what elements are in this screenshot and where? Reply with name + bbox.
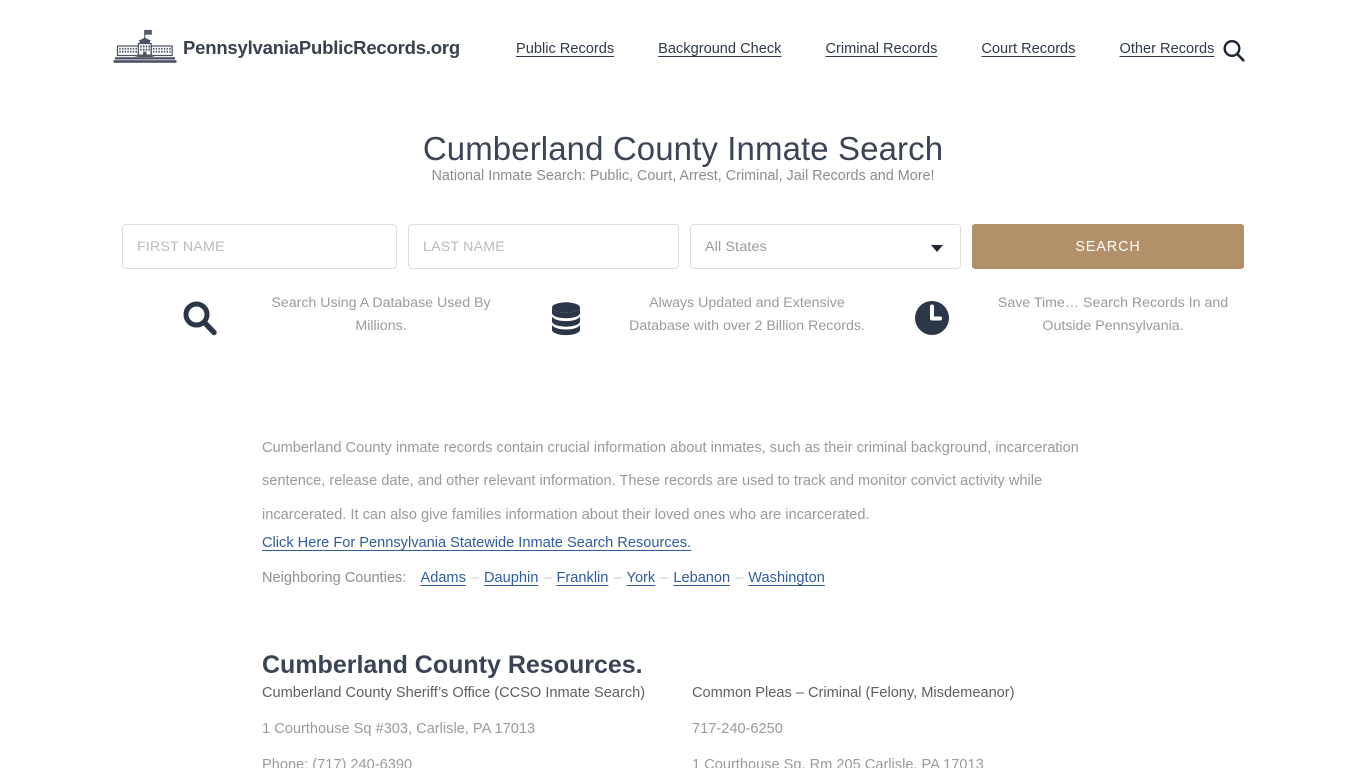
feature-item: Save Time… Search Records In and Outside… (872, 292, 1238, 340)
county-separator: – (735, 570, 744, 586)
statewide-resources-link[interactable]: Click Here For Pennsylvania Statewide In… (262, 535, 691, 551)
resource-address: 1 Courthouse Sq, Rm 205 Carlisle, PA 170… (692, 757, 984, 768)
database-icon (506, 292, 626, 340)
resource-column-common-pleas: Common Pleas – Criminal (Felony, Misdeme… (692, 685, 1122, 768)
nav-item-public-records[interactable]: Public Records (516, 41, 614, 57)
nav-item-court-records[interactable]: Court Records (981, 41, 1075, 57)
feature-list: Search Using A Database Used By Millions… (140, 292, 1240, 340)
county-link-washington[interactable]: Washington (748, 570, 825, 586)
feature-text: Search Using A Database Used By Millions… (271, 295, 491, 334)
resource-address: 1 Courthouse Sq #303, Carlisle, PA 17013 (262, 721, 536, 737)
feature-text: Always Updated and Extensive Database wi… (629, 295, 865, 334)
resources-heading: Cumberland County Resources. (262, 650, 643, 679)
county-separator: – (660, 570, 669, 586)
first-name-placeholder: FIRST NAME (137, 238, 225, 255)
resource-phone: Phone: (717) 240-6390 (262, 757, 413, 768)
county-separator: – (470, 570, 480, 586)
county-link-lebanon[interactable]: Lebanon (673, 570, 730, 586)
neighboring-counties-label: Neighboring Counties: (262, 570, 407, 586)
county-separator: – (543, 570, 552, 586)
last-name-placeholder: LAST NAME (423, 238, 505, 255)
county-link-dauphin[interactable]: Dauphin (484, 570, 538, 586)
main-nav: Public Records Background Check Criminal… (516, 41, 1214, 57)
first-name-input[interactable]: FIRST NAME (122, 224, 397, 269)
clock-icon (872, 292, 992, 340)
page-subtitle: National Inmate Search: Public, Court, A… (431, 168, 935, 184)
neighboring-counties: Neighboring Counties: Adams – Dauphin – … (262, 570, 825, 586)
magnifier-icon (140, 292, 260, 340)
county-link-franklin[interactable]: Franklin (557, 570, 609, 586)
logo-text: PennsylvaniaPublicRecords.org (183, 37, 460, 58)
intro-paragraph: Cumberland County inmate records contain… (262, 439, 1079, 523)
state-select[interactable]: All States (690, 224, 961, 269)
nav-item-other-records[interactable]: Other Records (1119, 41, 1214, 57)
county-separator: – (613, 570, 622, 586)
site-logo[interactable]: PennsylvaniaPublicRecords.org (112, 28, 460, 68)
page-title: Cumberland County Inmate Search (422, 130, 944, 168)
inmate-search-form: FIRST NAME LAST NAME All States SEARCH (122, 224, 1244, 269)
resource-column-sheriff: Cumberland County Sheriff’s Office (CCSO… (262, 685, 692, 768)
nav-item-background-check[interactable]: Background Check (658, 41, 781, 57)
search-button[interactable]: SEARCH (972, 224, 1244, 269)
state-select-value: All States (705, 238, 767, 255)
resources-columns: Cumberland County Sheriff’s Office (CCSO… (262, 685, 1142, 768)
county-link-adams[interactable]: Adams (420, 570, 465, 586)
feature-item: Always Updated and Extensive Database wi… (506, 292, 872, 340)
capitol-building-icon (112, 28, 180, 68)
last-name-input[interactable]: LAST NAME (408, 224, 679, 269)
site-header: PennsylvaniaPublicRecords.org Public Rec… (0, 0, 1366, 94)
resource-phone: 717-240-6250 (692, 721, 783, 737)
feature-text: Save Time… Search Records In and Outside… (997, 295, 1229, 334)
search-icon[interactable] (1221, 38, 1247, 64)
page-root: PennsylvaniaPublicRecords.org Public Rec… (0, 0, 1366, 768)
chevron-down-icon (931, 244, 943, 252)
county-link-york[interactable]: York (627, 570, 656, 586)
resource-title: Common Pleas – Criminal (Felony, Misdeme… (692, 685, 1015, 701)
nav-item-criminal-records[interactable]: Criminal Records (825, 41, 937, 57)
resource-title: Cumberland County Sheriff’s Office (CCSO… (262, 685, 646, 701)
feature-item: Search Using A Database Used By Millions… (140, 292, 506, 340)
